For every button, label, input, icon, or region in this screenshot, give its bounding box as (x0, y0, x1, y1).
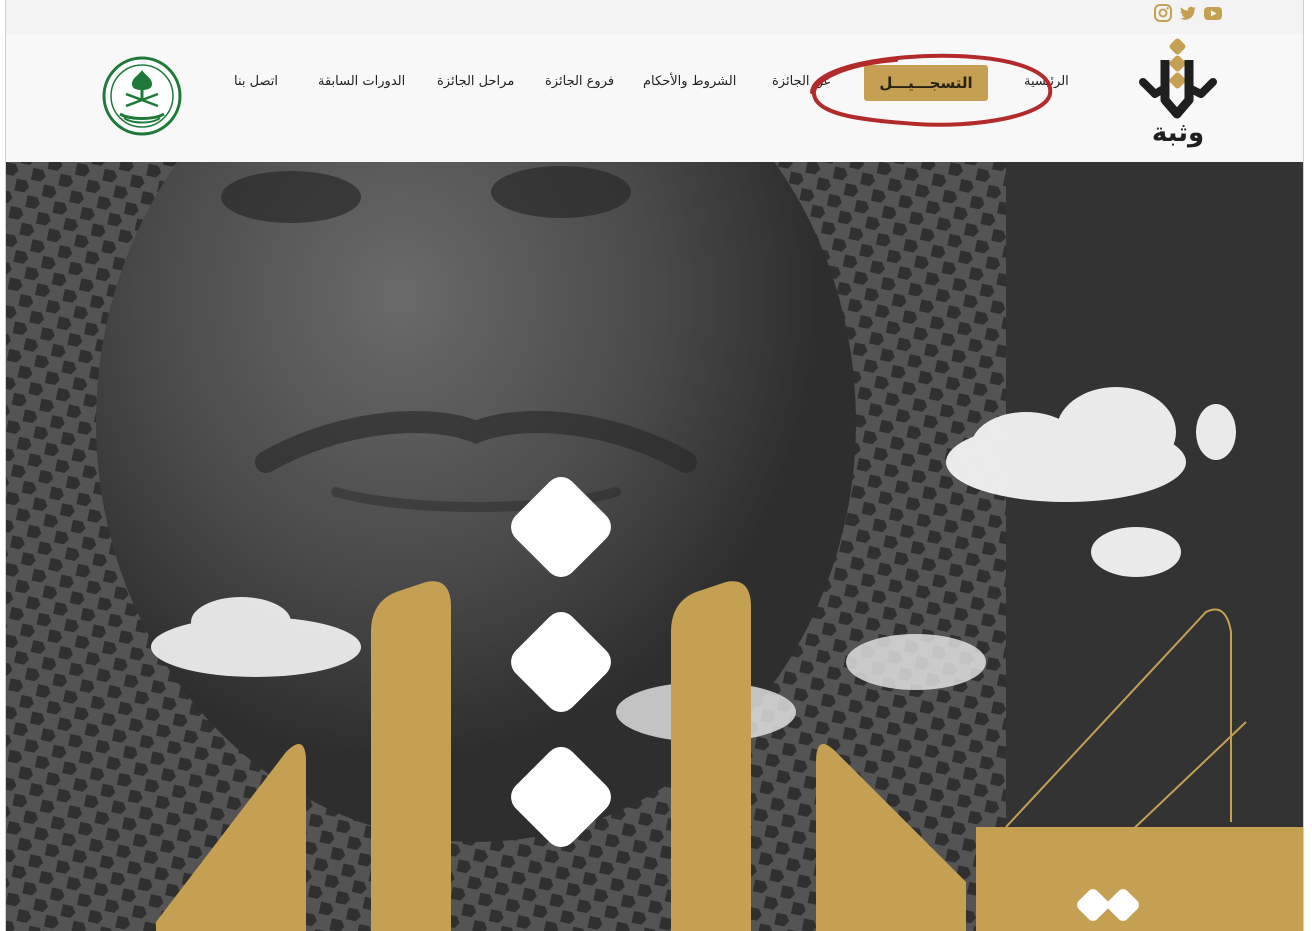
brand-wordmark: وثبة (1151, 118, 1205, 148)
hero-banner (6, 162, 1303, 931)
nav-terms[interactable]: الشروط والأحكام (643, 74, 736, 89)
page-frame: وثبة الرئيسية التسجـــيـــل عن الجائزة ا… (5, 0, 1304, 931)
social-links (1153, 3, 1223, 23)
nav-contact[interactable]: اتصل بنا (234, 74, 278, 89)
social-bar (6, 0, 1303, 34)
nav-stages[interactable]: مراحل الجائزة (437, 74, 514, 89)
instagram-icon[interactable] (1153, 3, 1173, 23)
youtube-icon[interactable] (1203, 3, 1223, 23)
nav-branches[interactable]: فروع الجائزة (545, 74, 614, 89)
nav-about[interactable]: عن الجائزة (772, 74, 831, 89)
brand-mark-icon (1139, 38, 1217, 119)
hero-artwork (6, 162, 1303, 931)
nav-home[interactable]: الرئيسية (1024, 74, 1069, 89)
brand-logo[interactable]: وثبة (1135, 38, 1221, 150)
main-navbar: وثبة الرئيسية التسجـــيـــل عن الجائزة ا… (6, 34, 1303, 163)
nav-previous[interactable]: الدورات السابقة (318, 74, 405, 89)
twitter-icon[interactable] (1178, 3, 1198, 23)
register-button[interactable]: التسجـــيـــل (864, 65, 988, 101)
ministry-emblem-icon (102, 56, 182, 136)
